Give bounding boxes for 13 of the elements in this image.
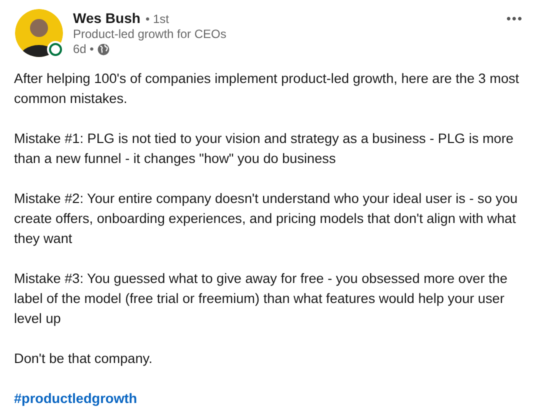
more-options-button[interactable]: ••• [502, 11, 527, 26]
post-paragraph: Don't be that company. [14, 350, 154, 368]
author-name[interactable]: Wes Bush [73, 10, 140, 26]
post-paragraph: Mistake #1: PLG is not tied to your vision and strategy as a business - PLG is more than a new funnel - it changes "how" you do business [14, 130, 514, 168]
connection-degree: • 1st [145, 12, 169, 26]
post-time: 6d • [73, 42, 94, 56]
avatar[interactable] [15, 9, 63, 57]
post-paragraph: Mistake #2: Your entire company doesn't understand who your ideal user is - so you create offers, onboarding experiences, and pricing models that don't align with what they want [14, 190, 519, 248]
hashtag-link[interactable]: #productledgrowth [14, 391, 138, 406]
post-paragraph: After helping 100's of companies implement product-led growth, here are the 3 most common mistakes. [14, 70, 520, 108]
author-headline: Product-led growth for CEOs [73, 27, 228, 41]
globe-icon [96, 42, 110, 56]
post-paragraph: Mistake #3: You guessed what to give away for free - you obsessed more over the label of the model (free trial or freemium) than what features would help your user level up [14, 270, 508, 328]
